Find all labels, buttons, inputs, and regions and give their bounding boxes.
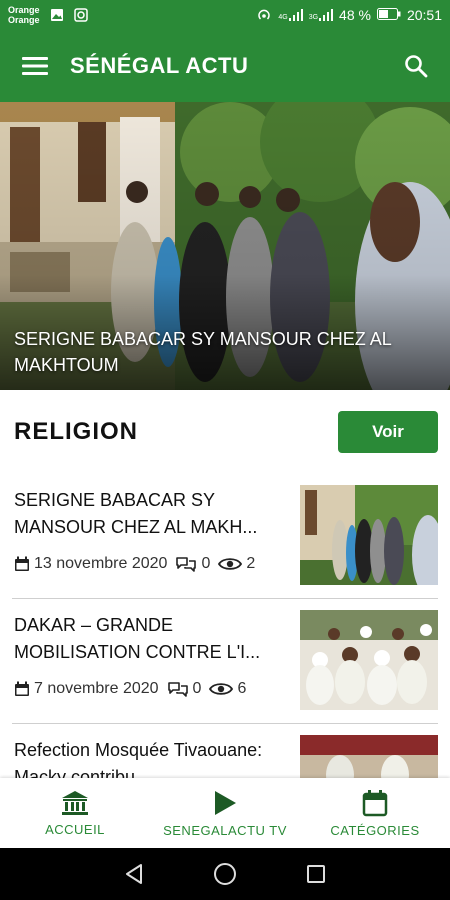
article-title[interactable]: DAKAR – GRANDE MOBILISATION CONTRE L'I..… — [14, 612, 284, 666]
article-views: 2 — [218, 555, 255, 573]
date-text: 13 novembre 2020 — [34, 555, 168, 572]
article-thumbnail[interactable] — [300, 610, 438, 710]
article-date: 13 novembre 2020 — [14, 555, 167, 573]
clock: 20:51 — [406, 7, 442, 23]
back-icon[interactable] — [124, 863, 144, 885]
article-date: 7 novembre 2020 — [14, 680, 159, 698]
featured-title[interactable]: SERIGNE BABACAR SY MANSOUR CHEZ AL MAKHT… — [14, 326, 414, 378]
app-title: SÉNÉGAL ACTU — [70, 53, 249, 78]
article-comments: 0 — [175, 555, 210, 573]
search-icon[interactable] — [404, 54, 428, 78]
screen: Orange Orange 4G 3G 48 % 20:51 SÉNÉGAL A… — [0, 0, 450, 900]
system-navigation-bar — [0, 848, 450, 900]
comment-count: 0 — [201, 555, 211, 572]
nav-label: ACCUEIL — [45, 821, 105, 837]
play-icon — [215, 790, 236, 815]
status-bar: Orange Orange 4G 3G 48 % 20:51 — [0, 0, 450, 30]
carrier-labels: Orange Orange — [8, 5, 40, 25]
calendar-icon — [15, 681, 29, 696]
comments-icon — [176, 557, 197, 572]
app-notification-icon — [73, 8, 88, 22]
nav-senegalactu-tv[interactable]: SENEGALACTU TV — [150, 778, 300, 848]
article-item[interactable]: SERIGNE BABACAR SY MANSOUR CHEZ AL MAKH.… — [0, 473, 450, 598]
nav-label: CATÉGORIES — [330, 822, 420, 838]
article-views: 6 — [209, 680, 246, 698]
nav-accueil[interactable]: ACCUEIL — [0, 778, 150, 848]
hamburger-menu-icon[interactable] — [22, 56, 48, 76]
view-count: 2 — [246, 555, 256, 572]
date-text: 7 novembre 2020 — [34, 680, 159, 697]
calendar-icon — [15, 556, 29, 571]
nav-categories[interactable]: CATÉGORIES — [300, 778, 450, 848]
comment-count: 0 — [192, 680, 202, 697]
section-title: RELIGION — [14, 418, 139, 445]
article-meta: 7 novembre 2020 0 6 — [14, 680, 246, 698]
image-notification-icon — [50, 8, 64, 22]
status-right: 4G 3G 48 % 20:51 — [256, 7, 442, 24]
comments-icon — [167, 682, 188, 697]
article-meta: 13 novembre 2020 0 2 — [14, 555, 255, 573]
recents-icon[interactable] — [306, 864, 326, 884]
eye-icon — [218, 558, 243, 570]
eye-icon — [209, 683, 234, 695]
battery-icon — [376, 7, 401, 23]
signal-icon-2: 3G — [308, 9, 334, 21]
bottom-navigation: ACCUEIL SENEGALACTU TV CATÉGORIES — [0, 778, 450, 848]
battery-percent: 48 % — [339, 7, 371, 23]
network-label-2: 3G — [308, 14, 319, 21]
carrier-2: Orange — [8, 15, 40, 25]
hotspot-icon — [256, 7, 272, 24]
network-label-1: 4G — [278, 14, 288, 21]
home-building-icon — [62, 790, 88, 815]
article-title[interactable]: SERIGNE BABACAR SY MANSOUR CHEZ AL MAKH.… — [14, 487, 284, 541]
app-bar: SÉNÉGAL ACTU — [0, 30, 450, 102]
view-count: 6 — [237, 680, 247, 697]
voir-button[interactable]: Voir — [338, 411, 438, 453]
nav-label: SENEGALACTU TV — [163, 822, 287, 838]
signal-icon-1: 4G — [278, 9, 303, 21]
article-comments: 0 — [167, 680, 202, 698]
article-item[interactable]: DAKAR – GRANDE MOBILISATION CONTRE L'I..… — [0, 598, 450, 723]
carrier-1: Orange — [8, 5, 40, 15]
calendar-icon — [362, 789, 388, 816]
article-thumbnail[interactable] — [300, 485, 438, 585]
religion-section-header: RELIGION Voir — [0, 390, 450, 478]
home-icon[interactable] — [213, 862, 237, 886]
